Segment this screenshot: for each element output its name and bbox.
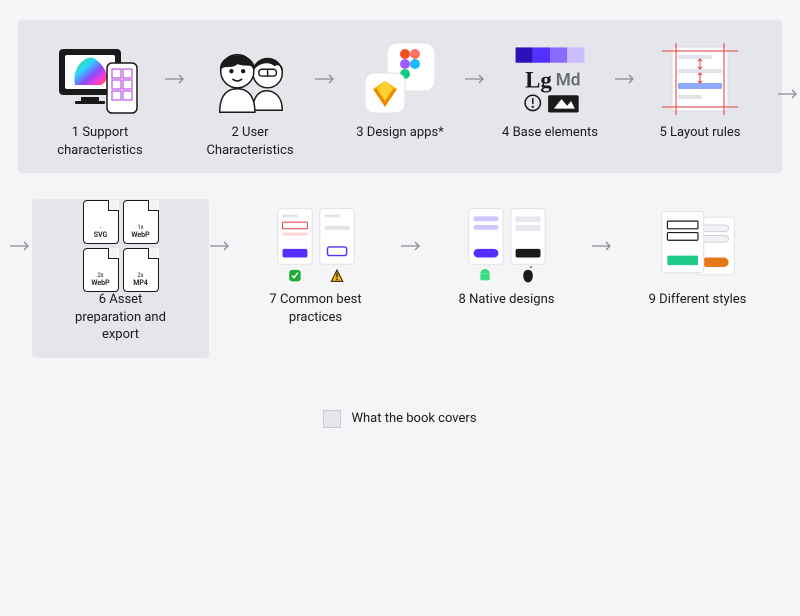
step-label: 3 Design apps* <box>356 124 444 142</box>
step-7-common-best-practices: 7 Common best practices <box>231 207 400 326</box>
step-2-user-characteristics: 2 User Characteristics <box>186 40 314 159</box>
arrow-icon <box>400 207 422 285</box>
legend: What the book covers <box>0 410 800 428</box>
row-covered-by-book: 1 Support characteristics <box>18 20 782 173</box>
arrow-icon <box>614 40 636 118</box>
step-label: 5 Layout rules <box>660 124 741 142</box>
native-designs-icon <box>463 207 551 285</box>
step-label: 6 Asset preparation and export <box>67 291 175 344</box>
arrow-icon <box>8 207 32 285</box>
different-styles-icon <box>654 207 742 285</box>
arrow-icon <box>464 40 486 118</box>
step-label: 9 Different styles <box>649 291 747 309</box>
arrow-icon <box>164 40 186 118</box>
step-4-base-elements: Lg Md 4 Base elements <box>486 40 614 142</box>
file-icon: 2xWebP <box>83 248 119 292</box>
design-apps-icon <box>356 40 444 118</box>
step-3-design-apps: 3 Design apps* <box>336 40 464 142</box>
step-label: 4 Base elements <box>502 124 598 142</box>
step-label: 2 User Characteristics <box>196 124 304 159</box>
user-characteristics-icon <box>206 40 294 118</box>
step-label: 8 Native designs <box>459 291 555 309</box>
best-practices-icon <box>272 207 360 285</box>
step-8-native-designs: 8 Native designs <box>422 207 591 309</box>
step-label: 7 Common best practices <box>262 291 370 326</box>
step-9-different-styles: 9 Different styles <box>613 207 782 309</box>
legend-label: What the book covers <box>351 411 476 426</box>
base-elements-icon: Lg Md <box>506 40 594 118</box>
row-not-covered: -SVG 1xWebP 2xWebP 2xMP4 6 Asset prepara… <box>0 187 800 372</box>
step-5-layout-rules: 5 Layout rules <box>636 40 764 142</box>
step-1-support-characteristics: 1 Support characteristics <box>36 40 164 159</box>
file-icon: 2xMP4 <box>123 248 159 292</box>
support-characteristics-icon <box>56 40 144 118</box>
arrow-icon <box>314 40 336 118</box>
step-label: 1 Support characteristics <box>46 124 154 159</box>
arrow-icon <box>591 207 613 285</box>
file-icon: 1xWebP <box>123 200 159 244</box>
asset-preparation-icon: -SVG 1xWebP 2xWebP 2xMP4 <box>77 207 165 285</box>
file-icon: -SVG <box>83 200 119 244</box>
svg-text:Lg: Lg <box>525 68 552 93</box>
layout-rules-icon <box>656 40 744 118</box>
legend-swatch-icon <box>323 410 341 428</box>
arrow-icon <box>209 207 231 285</box>
svg-text:Md: Md <box>556 71 581 91</box>
step-6-asset-preparation: -SVG 1xWebP 2xWebP 2xMP4 6 Asset prepara… <box>32 199 209 358</box>
arrow-icon <box>778 84 798 103</box>
